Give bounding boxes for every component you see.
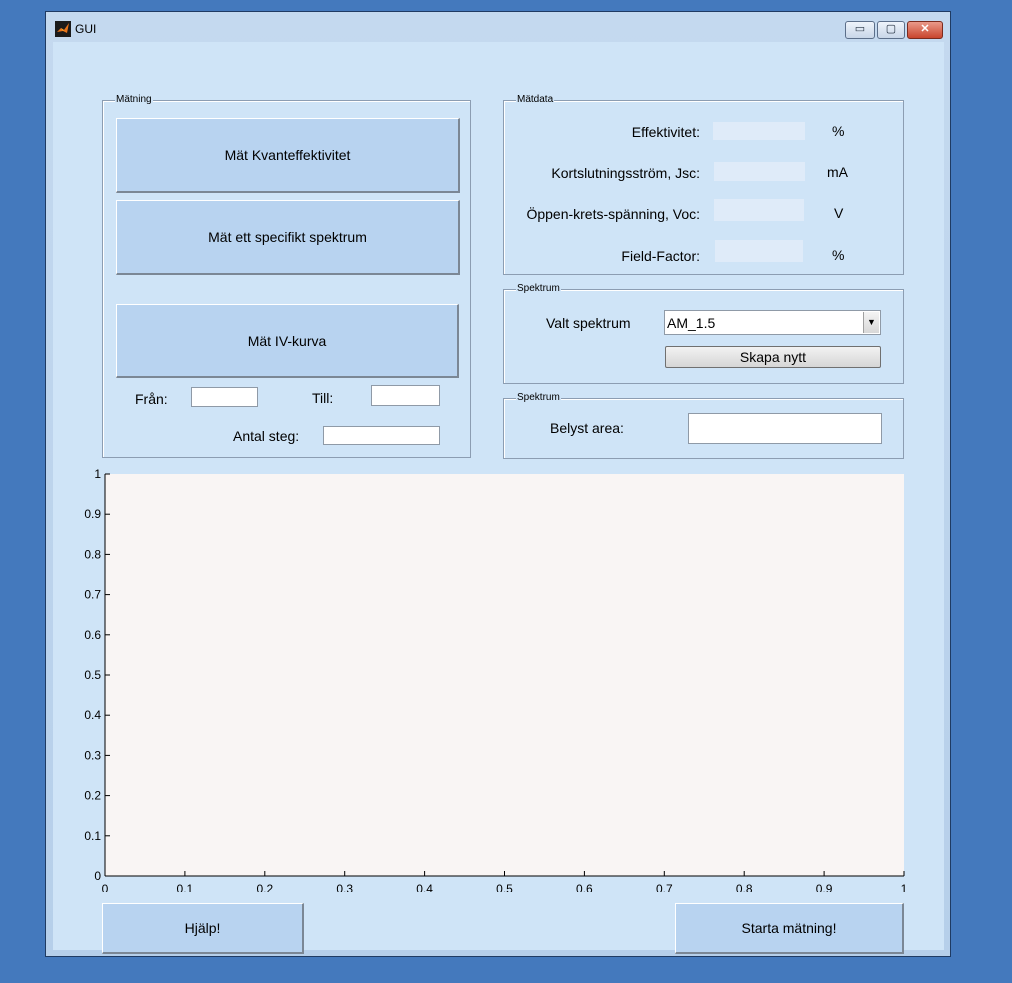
mat-spektrum-button[interactable]: Mät ett specifikt spektrum — [116, 200, 460, 275]
voc-unit: V — [834, 205, 844, 221]
x-tick-label: 0.3 — [336, 882, 353, 892]
y-tick-label: 0.4 — [84, 708, 101, 722]
field-factor-label: Field-Factor: — [621, 248, 700, 264]
jsc-label: Kortslutningsström, Jsc: — [551, 165, 700, 181]
effektivitet-label: Effektivitet: — [631, 124, 700, 140]
mat-iv-kurva-button[interactable]: Mät IV-kurva — [116, 304, 459, 378]
till-label: Till: — [312, 390, 334, 406]
x-tick-label: 0.2 — [256, 882, 273, 892]
valt-spektrum-label: Valt spektrum — [546, 315, 631, 331]
area-panel: Spektrum Belyst area: — [503, 392, 904, 459]
fran-label: Från: — [135, 391, 168, 407]
till-input[interactable] — [371, 385, 440, 406]
maximize-button[interactable]: ▢ — [877, 21, 905, 39]
close-button[interactable]: ✕ — [907, 21, 943, 39]
spektrum-panel: Spektrum Valt spektrum AM_1.5 ▼ Skapa ny… — [503, 283, 904, 384]
x-tick-label: 0.9 — [816, 882, 833, 892]
fran-input[interactable] — [191, 387, 258, 407]
x-tick-label: 0.4 — [416, 882, 433, 892]
voc-value — [714, 199, 804, 221]
spektrum-panel-title: Spektrum — [516, 283, 561, 295]
antal-steg-label: Antal steg: — [233, 428, 300, 444]
y-tick-label: 0 — [94, 869, 101, 883]
effektivitet-value — [713, 122, 805, 140]
y-tick-label: 0.7 — [84, 588, 101, 602]
y-tick-label: 0.2 — [84, 789, 101, 803]
iv-plot: 0 0.1 0.2 0.3 0.4 0.5 0.6 0.7 0.8 0.9 1 0 0.1 0.2 0.3 0… — [84, 467, 908, 892]
y-tick-label: 0.3 — [84, 748, 101, 762]
field-factor-value — [715, 240, 803, 262]
jsc-unit: mA — [827, 164, 848, 180]
belyst-area-label: Belyst area: — [550, 420, 624, 436]
matlab-icon — [55, 21, 71, 37]
y-tick-label: 0.9 — [84, 507, 101, 521]
x-tick-label: 0.5 — [496, 882, 513, 892]
y-tick-label: 0.6 — [84, 628, 101, 642]
minimize-button[interactable]: ▭ — [845, 21, 875, 39]
x-tick-label: 0.8 — [736, 882, 753, 892]
antal-steg-input[interactable] — [323, 426, 440, 445]
field-factor-unit: % — [832, 247, 845, 263]
matning-panel: Mätning Mät Kvanteffektivitet Mät ett sp… — [102, 94, 471, 458]
x-tick-label: 1 — [901, 882, 908, 892]
matdata-panel: Mätdata Effektivitet: % Kortslutningsstr… — [503, 94, 904, 275]
chevron-down-icon[interactable]: ▼ — [863, 312, 879, 333]
matning-panel-title: Mätning — [115, 94, 153, 106]
x-tick-label: 0 — [102, 882, 109, 892]
matdata-panel-title: Mätdata — [516, 94, 555, 106]
belyst-area-input[interactable] — [688, 413, 882, 444]
gui-window: GUI ▭ ▢ ✕ Mätning Mät Kvanteffektivitet … — [45, 11, 951, 957]
y-tick-label: 1 — [94, 467, 101, 481]
client-area: Mätning Mät Kvanteffektivitet Mät ett sp… — [53, 42, 944, 954]
spektrum-select-value: AM_1.5 — [667, 315, 716, 331]
x-tick-label: 0.1 — [177, 882, 194, 892]
jsc-value — [714, 162, 805, 181]
skapa-nytt-button[interactable]: Skapa nytt — [665, 346, 881, 368]
starta-matning-button[interactable]: Starta mätning! — [675, 903, 904, 954]
x-tick-label: 0.7 — [656, 882, 673, 892]
y-tick-label: 0.1 — [84, 829, 101, 843]
area-panel-title: Spektrum — [516, 392, 561, 404]
title-bar[interactable]: GUI ▭ ▢ ✕ — [46, 12, 950, 44]
plot-area — [105, 474, 904, 876]
voc-label: Öppen-krets-spänning, Voc: — [526, 206, 700, 222]
x-tick-label: 0.6 — [576, 882, 593, 892]
y-tick-label: 0.8 — [84, 547, 101, 561]
mat-kvanteffektivitet-button[interactable]: Mät Kvanteffektivitet — [116, 118, 460, 193]
hjalp-button[interactable]: Hjälp! — [102, 903, 304, 954]
y-tick-label: 0.5 — [84, 668, 101, 682]
window-title: GUI — [75, 22, 97, 36]
spektrum-select[interactable]: AM_1.5 ▼ — [664, 310, 881, 335]
effektivitet-unit: % — [832, 123, 845, 139]
